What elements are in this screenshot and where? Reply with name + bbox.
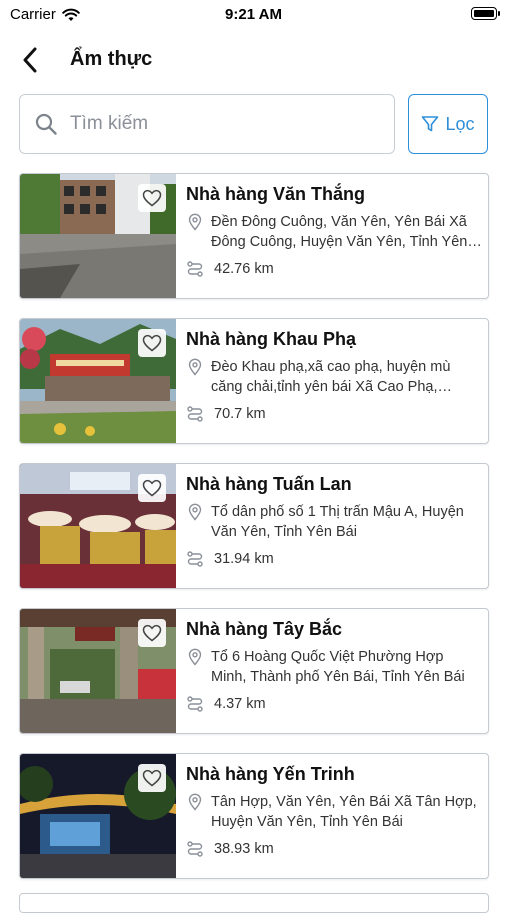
restaurant-distance: 4.37 km: [214, 696, 266, 712]
restaurant-name: Nhà hàng Tây Bắc: [186, 619, 343, 639]
address-row: Tân Hợp, Văn Yên, Yên Bái Xã Tân Hợp, Hu…: [186, 792, 482, 832]
restaurant-name: Nhà hàng Văn Thắng: [186, 184, 366, 204]
restaurant-card-partial[interactable]: [19, 893, 489, 913]
favorite-button[interactable]: [138, 764, 166, 792]
favorite-button[interactable]: [138, 329, 166, 357]
status-time: 9:21 AM: [225, 6, 282, 23]
restaurant-address: Tân Hợp, Văn Yên, Yên Bái Xã Tân Hợp, Hu…: [211, 794, 477, 830]
location-pin-icon: [188, 503, 202, 521]
distance-row: 70.7 km: [186, 405, 266, 423]
back-button[interactable]: [14, 44, 46, 76]
location-pin-icon: [188, 793, 202, 811]
location-pin-icon: [188, 358, 202, 376]
favorite-button[interactable]: [138, 184, 166, 212]
heart-icon: [142, 769, 162, 787]
restaurant-distance: 31.94 km: [214, 551, 274, 567]
search-icon: [35, 113, 57, 135]
restaurant-address: Tổ 6 Hoàng Quốc Việt Phường Hợp Minh, Th…: [211, 649, 465, 685]
restaurant-distance: 42.76 km: [214, 261, 274, 277]
restaurant-address: Đền Đông Cuông, Văn Yên, Yên Bái Xã Đông…: [211, 214, 468, 250]
location-pin-icon: [188, 648, 202, 666]
restaurant-list: Nhà hàng Văn Thắng Đền Đông Cuông, Văn Y…: [19, 173, 489, 898]
location-pin-icon: [188, 213, 202, 231]
route-icon: [187, 696, 203, 712]
restaurant-card[interactable]: Nhà hàng Tây Bắc Tổ 6 Hoàng Quốc Việt Ph…: [19, 608, 489, 734]
route-icon: [187, 406, 203, 422]
favorite-button[interactable]: [138, 619, 166, 647]
restaurant-card[interactable]: Nhà hàng Văn Thắng Đền Đông Cuông, Văn Y…: [19, 173, 489, 299]
nav-bar: Ẩm thực: [0, 38, 507, 82]
restaurant-name: Nhà hàng Tuấn Lan: [186, 474, 352, 494]
restaurant-name: Nhà hàng Yến Trinh: [186, 764, 355, 784]
status-bar: Carrier 9:21 AM: [0, 0, 507, 30]
chevron-left-icon: [23, 47, 37, 73]
search-input[interactable]: [68, 112, 372, 136]
page-title: Ẩm thực: [70, 48, 153, 70]
filter-button[interactable]: Lọc: [408, 94, 488, 154]
address-row: Tổ dân phố số 1 Thị trấn Mậu A, Huyện Vă…: [186, 502, 482, 542]
distance-row: 42.76 km: [186, 260, 274, 278]
distance-row: 4.37 km: [186, 695, 266, 713]
battery-icon: [471, 7, 500, 20]
restaurant-card[interactable]: Nhà hàng Yến Trinh Tân Hợp, Văn Yên, Yên…: [19, 753, 489, 879]
filter-label: Lọc: [445, 113, 475, 134]
restaurant-address: Tổ dân phố số 1 Thị trấn Mậu A, Huyện Vă…: [211, 504, 464, 540]
favorite-button[interactable]: [138, 474, 166, 502]
restaurant-name: Nhà hàng Khau Phạ: [186, 329, 357, 349]
heart-icon: [142, 479, 162, 497]
heart-icon: [142, 334, 162, 352]
restaurant-card[interactable]: Nhà hàng Tuấn Lan Tổ dân phố số 1 Thị tr…: [19, 463, 489, 589]
heart-icon: [142, 624, 162, 642]
address-row: Đèo Khau phạ,xã cao phạ, huyện mù căng c…: [186, 357, 482, 397]
route-icon: [187, 261, 203, 277]
restaurant-address: Đèo Khau phạ,xã cao phạ, huyện mù căng c…: [211, 359, 451, 395]
search-box[interactable]: [19, 94, 395, 154]
restaurant-card[interactable]: Nhà hàng Khau Phạ Đèo Khau phạ,xã cao ph…: [19, 318, 489, 444]
restaurant-distance: 38.93 km: [214, 841, 274, 857]
address-row: Tổ 6 Hoàng Quốc Việt Phường Hợp Minh, Th…: [186, 647, 482, 687]
distance-row: 38.93 km: [186, 840, 274, 858]
heart-icon: [142, 189, 162, 207]
address-row: Đền Đông Cuông, Văn Yên, Yên Bái Xã Đông…: [186, 212, 482, 252]
route-icon: [187, 551, 203, 567]
filter-icon: [422, 116, 439, 132]
route-icon: [187, 841, 203, 857]
distance-row: 31.94 km: [186, 550, 274, 568]
restaurant-distance: 70.7 km: [214, 406, 266, 422]
